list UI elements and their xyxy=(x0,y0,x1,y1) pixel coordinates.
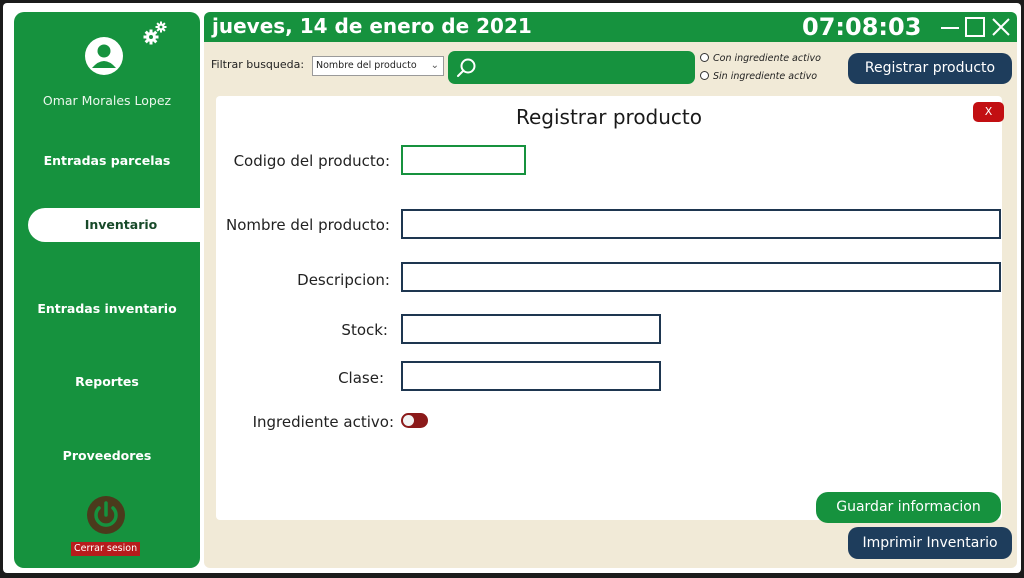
register-product-button[interactable]: Registrar producto xyxy=(848,53,1012,84)
radio-with-active-ingredient[interactable]: Con ingrediente activo xyxy=(700,53,821,64)
radio-circle[interactable] xyxy=(700,71,709,80)
logout-button[interactable]: Cerrar sesion xyxy=(71,542,141,556)
close-panel-button[interactable]: X xyxy=(973,102,1004,122)
description-label: Descripcion: xyxy=(297,271,390,289)
register-product-panel: Registrar producto X Codigo del producto… xyxy=(216,96,1004,523)
minimize-icon[interactable] xyxy=(939,16,961,38)
class-label: Clase: xyxy=(338,369,384,387)
filter-select[interactable]: Nombre del producto ⌄ xyxy=(312,56,444,76)
filter-label: Filtrar busqueda: xyxy=(211,58,305,71)
sidebar-item-entradas-inventario[interactable]: Entradas inventario xyxy=(14,301,200,316)
sidebar-item-proveedores[interactable]: Proveedores xyxy=(14,448,200,463)
stock-label: Stock: xyxy=(341,321,388,339)
radio-label-with: Con ingrediente activo xyxy=(713,53,821,64)
product-code-field[interactable] xyxy=(401,145,526,175)
user-name: Omar Morales Lopez xyxy=(42,93,172,108)
print-inventory-button[interactable]: Imprimir Inventario xyxy=(848,527,1012,559)
power-icon[interactable] xyxy=(86,495,126,535)
save-button[interactable]: Guardar informacion xyxy=(816,492,1001,523)
sidebar-item-inventario[interactable]: Inventario xyxy=(28,208,214,242)
active-ingredient-label: Ingrediente activo: xyxy=(252,413,394,431)
app-window: Omar Morales Lopez Entradas parcelas Inv… xyxy=(3,3,1021,573)
title-bar: jueves, 14 de enero de 2021 07:08:03 xyxy=(204,12,1017,42)
stock-field[interactable] xyxy=(401,314,661,344)
gear-icon[interactable] xyxy=(142,20,168,46)
code-label: Codigo del producto: xyxy=(233,152,390,170)
filter-selected-value: Nombre del producto xyxy=(316,60,417,71)
name-label: Nombre del producto: xyxy=(226,216,390,234)
main-area: jueves, 14 de enero de 2021 07:08:03 Fil… xyxy=(204,12,1017,568)
maximize-icon[interactable] xyxy=(964,16,986,38)
search-input[interactable] xyxy=(448,51,695,84)
radio-label-without: Sin ingrediente activo xyxy=(713,71,818,82)
class-field[interactable] xyxy=(401,361,661,391)
sidebar: Omar Morales Lopez Entradas parcelas Inv… xyxy=(14,12,214,568)
sidebar-item-entradas-parcelas[interactable]: Entradas parcelas xyxy=(14,153,200,168)
radio-without-active-ingredient[interactable]: Sin ingrediente activo xyxy=(700,71,817,82)
user-avatar-icon xyxy=(85,37,123,75)
search-icon[interactable] xyxy=(455,57,477,79)
current-date: jueves, 14 de enero de 2021 xyxy=(212,14,532,38)
active-ingredient-toggle[interactable] xyxy=(401,413,428,428)
current-time: 07:08:03 xyxy=(802,13,922,41)
close-icon[interactable] xyxy=(990,16,1012,38)
sidebar-item-reportes[interactable]: Reportes xyxy=(14,374,200,389)
toggle-knob xyxy=(403,415,414,426)
product-name-field[interactable] xyxy=(401,209,1001,239)
description-field[interactable] xyxy=(401,262,1001,292)
radio-circle[interactable] xyxy=(700,53,709,62)
panel-title: Registrar producto xyxy=(515,105,703,129)
chevron-down-icon: ⌄ xyxy=(430,60,439,71)
